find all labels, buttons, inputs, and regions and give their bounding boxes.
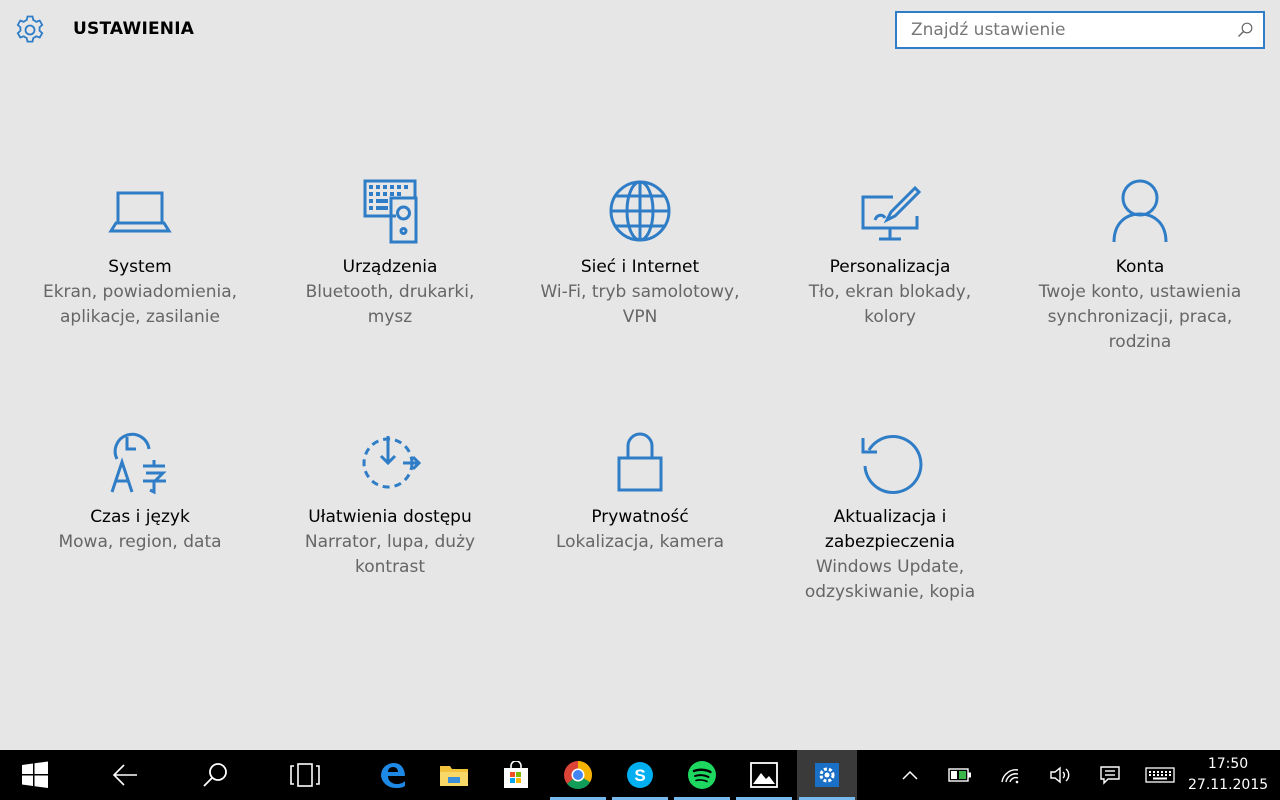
back-button[interactable]: [100, 750, 150, 800]
category-name: Aktualizacja i: [833, 507, 947, 527]
category-desc: kolory: [864, 307, 916, 327]
category-desc: odzyskiwanie, kopia: [804, 582, 976, 602]
clock-time: 17:50: [1207, 756, 1249, 772]
category-name: Czas i język: [90, 507, 190, 527]
file-explorer-icon[interactable]: [439, 762, 469, 788]
search-icon[interactable]: [201, 761, 229, 789]
taskbar-app-spotify[interactable]: [672, 750, 732, 800]
keyboard-icon[interactable]: [1145, 767, 1175, 783]
taskbar-app-store[interactable]: [486, 750, 546, 800]
category-desc: Bluetooth, drukarki,: [305, 282, 475, 302]
category-ease-of-access[interactable]: Ułatwienia dostępu Narrator, lupa, duży …: [275, 426, 505, 580]
edge-icon[interactable]: [378, 761, 406, 789]
globe-icon: [609, 180, 671, 242]
personalize-icon: [861, 185, 922, 241]
store-icon[interactable]: [502, 761, 530, 789]
laptop-icon: [108, 191, 172, 233]
search-icon[interactable]: [1237, 22, 1253, 38]
category-desc: Ekran, powiadomienia,: [42, 282, 238, 302]
category-desc: VPN: [622, 307, 658, 327]
category-system[interactable]: System Ekran, powiadomienia, aplikacje, …: [25, 176, 255, 330]
category-privacy[interactable]: Prywatność Lokalizacja, kamera: [525, 426, 755, 555]
start-icon[interactable]: [21, 761, 49, 789]
category-desc: Tło, ekran blokady,: [808, 282, 972, 302]
category-accounts[interactable]: Konta Twoje konto, ustawienia synchroniz…: [1025, 176, 1255, 355]
category-name: Sieć i Internet: [580, 257, 700, 277]
battery-icon[interactable]: [948, 768, 972, 782]
spotify-icon[interactable]: [687, 760, 717, 790]
category-desc: kontrast: [354, 557, 425, 577]
category-name: zabezpieczenia: [824, 532, 956, 552]
chrome-icon[interactable]: [563, 760, 593, 790]
category-name: Prywatność: [591, 507, 689, 527]
category-name: System: [108, 257, 172, 277]
ease-of-access-icon: [362, 436, 422, 489]
category-desc: Windows Update,: [815, 557, 965, 577]
svg-text:S: S: [634, 766, 645, 785]
category-desc: Narrator, lupa, duży: [304, 532, 476, 552]
battery-button[interactable]: [940, 750, 980, 800]
taskbar-app-file-explorer[interactable]: [424, 750, 484, 800]
category-time-language[interactable]: Czas i język Mowa, region, data: [25, 426, 255, 555]
category-desc: Lokalizacja, kamera: [555, 532, 724, 552]
taskbar-app-edge[interactable]: [362, 750, 422, 800]
clock[interactable]: 17:50 27.11.2015: [1188, 754, 1268, 796]
wifi-icon[interactable]: [1000, 766, 1020, 784]
search-box[interactable]: [895, 11, 1265, 49]
category-desc: rodzina: [1108, 332, 1172, 352]
speaker-icon[interactable]: [1049, 766, 1071, 784]
taskbar-app-settings[interactable]: [797, 750, 857, 800]
clock-date: 27.11.2015: [1188, 777, 1269, 793]
taskbar-app-chrome[interactable]: [548, 750, 608, 800]
person-icon: [1112, 179, 1168, 243]
skype-icon[interactable]: S: [625, 760, 655, 790]
category-name: Personalizacja: [829, 257, 951, 277]
category-personalization[interactable]: Personalizacja Tło, ekran blokady, kolor…: [775, 176, 1005, 330]
taskbar-app-photos[interactable]: [734, 750, 794, 800]
category-desc: Mowa, region, data: [58, 532, 222, 552]
category-name: Konta: [1115, 257, 1165, 277]
show-hidden-icons-button[interactable]: [890, 750, 930, 800]
category-name: Urządzenia: [342, 257, 438, 277]
search-input[interactable]: [911, 13, 1221, 47]
category-desc: synchronizacji, praca,: [1047, 307, 1233, 327]
notification-icon[interactable]: [1100, 765, 1120, 785]
category-name: Ułatwienia dostępu: [308, 507, 472, 527]
category-devices[interactable]: Urządzenia Bluetooth, drukarki, mysz: [275, 176, 505, 330]
update-icon: [861, 435, 923, 494]
start-button[interactable]: [10, 750, 60, 800]
category-desc: Wi-Fi, tryb samolotowy,: [540, 282, 740, 302]
category-desc: aplikacje, zasilanie: [60, 307, 220, 327]
taskbar: S 17:50 27.11.2015: [0, 750, 1280, 800]
search-taskbar-button[interactable]: [190, 750, 240, 800]
category-update-security[interactable]: Aktualizacja i zabezpieczenia Windows Up…: [775, 426, 1005, 605]
taskbar-app-skype[interactable]: S: [610, 750, 670, 800]
lock-icon: [617, 432, 663, 492]
devices-icon: [363, 179, 418, 244]
settings-icon[interactable]: [813, 761, 841, 789]
chevron-up-icon[interactable]: [902, 770, 918, 780]
photos-icon[interactable]: [750, 762, 778, 788]
category-desc: Twoje konto, ustawienia: [1038, 282, 1242, 302]
volume-button[interactable]: [1040, 750, 1080, 800]
task-view-icon[interactable]: [288, 762, 322, 788]
task-view-button[interactable]: [280, 750, 330, 800]
header: USTAWIENIA: [0, 0, 1280, 60]
category-network[interactable]: Sieć i Internet Wi-Fi, tryb samolotowy, …: [525, 176, 755, 330]
settings-gear-icon[interactable]: [13, 13, 47, 47]
time-language-icon: [110, 432, 167, 495]
page-title: USTAWIENIA: [73, 19, 195, 39]
back-icon[interactable]: [111, 761, 139, 789]
category-desc: mysz: [367, 307, 413, 327]
network-button[interactable]: [990, 750, 1030, 800]
action-center-button[interactable]: [1090, 750, 1130, 800]
touch-keyboard-button[interactable]: [1140, 750, 1180, 800]
